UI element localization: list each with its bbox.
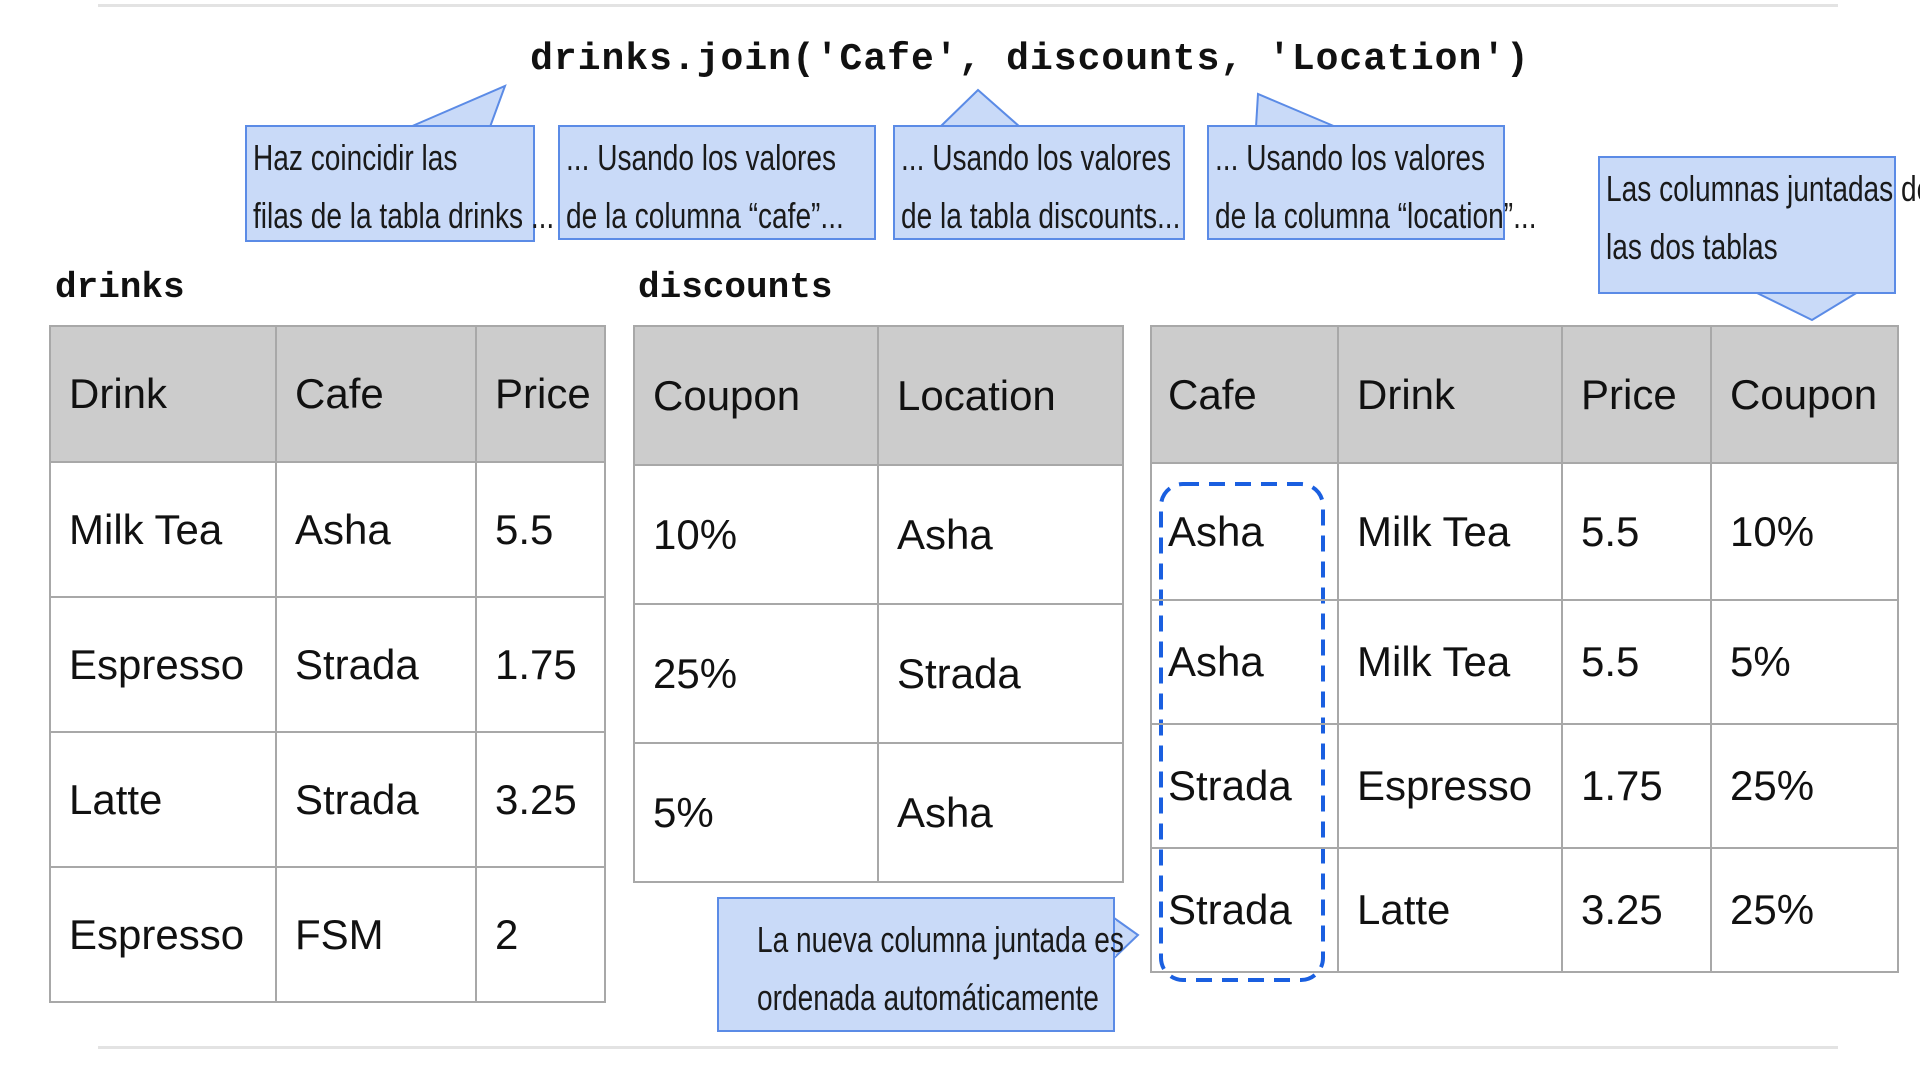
drinks-table-label: drinks [55, 267, 185, 308]
callout-sorted-column: La nueva columna juntada es ordenada aut… [717, 897, 1124, 1032]
table-row: 10% Asha [633, 464, 1124, 605]
column-header: Drink [49, 325, 277, 463]
table-cell: Asha [275, 461, 477, 598]
column-header: Price [475, 325, 606, 463]
column-header: Cafe [275, 325, 477, 463]
table-cell: 1.75 [475, 596, 606, 733]
column-header: Coupon [633, 325, 879, 466]
column-header: Price [1561, 325, 1712, 464]
table-header-row: Coupon Location [633, 325, 1124, 466]
drinks-table: Drink Cafe Price Milk Tea Asha 5.5 Espre… [49, 325, 606, 1003]
table-cell: 5% [633, 742, 879, 883]
callout-joined-columns: Las columnas juntadas de las dos tablas [1598, 156, 1920, 294]
table-cell: Milk Tea [49, 461, 277, 598]
table-row: Espresso FSM 2 [49, 866, 606, 1003]
table-cell: Latte [49, 731, 277, 868]
table-row: Asha Milk Tea 5.5 5% [1150, 599, 1899, 725]
table-cell: Espresso [49, 596, 277, 733]
callout-location-column: ... Usando los valores de la columna “lo… [1207, 125, 1537, 240]
table-cell: Latte [1337, 847, 1563, 973]
callout-tail-match-rows [409, 84, 507, 128]
table-cell: 3.25 [1561, 847, 1712, 973]
table-cell: Espresso [49, 866, 277, 1003]
table-cell: 25% [1710, 847, 1899, 973]
table-cell: 2 [475, 866, 606, 1003]
table-row: 5% Asha [633, 742, 1124, 883]
table-cell: Strada [275, 596, 477, 733]
table-row: Strada Latte 3.25 25% [1150, 847, 1899, 973]
table-cell: 25% [633, 603, 879, 744]
table-header-row: Drink Cafe Price [49, 325, 606, 463]
callout-cafe-column: ... Usando los valores de la columna “ca… [558, 125, 876, 240]
table-cell: Espresso [1337, 723, 1563, 849]
table-cell: Strada [1150, 723, 1339, 849]
table-cell: 1.75 [1561, 723, 1712, 849]
column-header: Location [877, 325, 1124, 466]
table-cell: Milk Tea [1337, 462, 1563, 601]
column-header: Drink [1337, 325, 1563, 464]
callout-tail-joined [1754, 291, 1862, 322]
table-cell: 25% [1710, 723, 1899, 849]
column-header: Coupon [1710, 325, 1899, 464]
discounts-table: Coupon Location 10% Asha 25% Strada 5% A… [633, 325, 1124, 883]
table-cell: 5.5 [1561, 599, 1712, 725]
joined-result-table: Cafe Drink Price Coupon Asha Milk Tea 5.… [1150, 325, 1899, 973]
table-cell: Milk Tea [1337, 599, 1563, 725]
table-row: Latte Strada 3.25 [49, 731, 606, 868]
table-cell: Asha [877, 742, 1124, 883]
column-header: Cafe [1150, 325, 1339, 464]
table-cell: Strada [275, 731, 477, 868]
callout-match-rows: Haz coincidir las filas de la tabla drin… [245, 125, 554, 242]
callout-tail-discounts [937, 88, 1023, 128]
table-cell: Strada [877, 603, 1124, 744]
table-header-row: Cafe Drink Price Coupon [1150, 325, 1899, 464]
table-cell: Asha [877, 464, 1124, 605]
table-row: Espresso Strada 1.75 [49, 596, 606, 733]
table-cell: FSM [275, 866, 477, 1003]
table-cell: 5.5 [1561, 462, 1712, 601]
table-cell: 3.25 [475, 731, 606, 868]
callout-discounts-table: ... Usando los valores de la tabla disco… [893, 125, 1185, 240]
table-cell: 5% [1710, 599, 1899, 725]
table-row: 25% Strada [633, 603, 1124, 744]
table-cell: 10% [633, 464, 879, 605]
table-cell: 10% [1710, 462, 1899, 601]
callout-tail-location [1254, 92, 1337, 128]
discounts-table-label: discounts [638, 267, 833, 308]
table-row: Milk Tea Asha 5.5 [49, 461, 606, 598]
table-cell: Asha [1150, 462, 1339, 601]
table-cell: Asha [1150, 599, 1339, 725]
table-cell: Strada [1150, 847, 1339, 973]
table-row: Strada Espresso 1.75 25% [1150, 723, 1899, 849]
table-cell: 5.5 [475, 461, 606, 598]
table-row: Asha Milk Tea 5.5 10% [1150, 462, 1899, 601]
